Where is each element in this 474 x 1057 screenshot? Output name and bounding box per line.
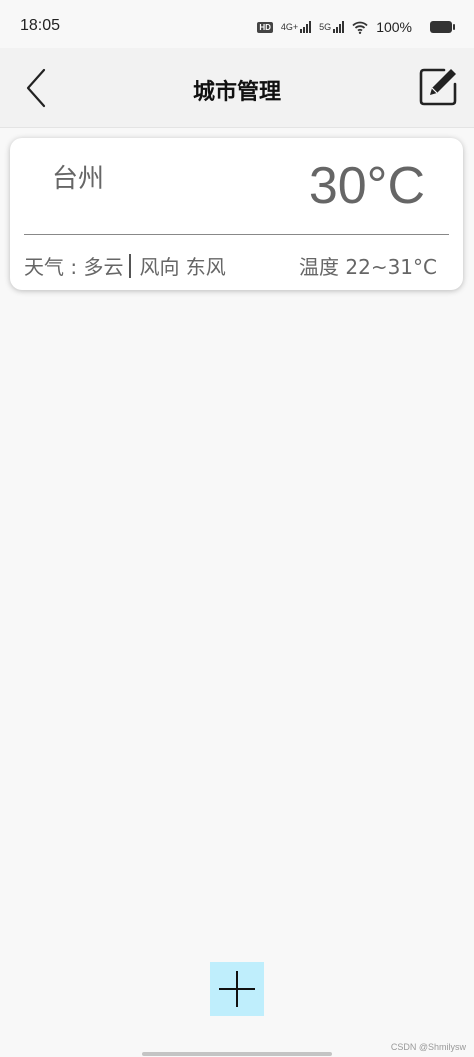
weather-line: 天气 : 多云 风向 东风 [24,251,226,280]
page-title: 城市管理 [192,80,281,105]
status-time: 18:05 [20,17,61,34]
weather-text: 天气 : 多云 [24,255,124,279]
watermark: CSDN @Shmilysw [390,1042,466,1052]
temperature-range: 温度 22~31°C [299,255,437,279]
hd-icon: HD [257,21,273,33]
city-temperature: 30°C [308,157,425,215]
app-bar: 城市管理 [0,48,474,128]
card-divider [24,234,449,235]
city-name: 台州 [52,164,105,194]
battery-percent: 100% [376,19,412,35]
battery-icon [430,21,455,33]
city-card[interactable]: 台州 30°C 天气 : 多云 风向 东风 温度 22~31°C [10,138,463,290]
wind-text: 风向 东风 [139,255,226,279]
signal-4g-icon: 4G+ [281,21,312,33]
separator [129,253,132,278]
signal-5g-icon: 5G [319,21,345,33]
edit-button[interactable] [416,64,460,108]
status-icons: HD 4G+ 5G 100% [257,17,412,37]
status-bar: 18:05 HD 4G+ 5G 100% [0,0,474,48]
add-city-button[interactable] [210,962,264,1016]
edit-pencil-icon [419,68,457,106]
plus-icon [219,971,255,1007]
wifi-icon [352,21,368,34]
home-indicator[interactable] [142,1052,332,1056]
